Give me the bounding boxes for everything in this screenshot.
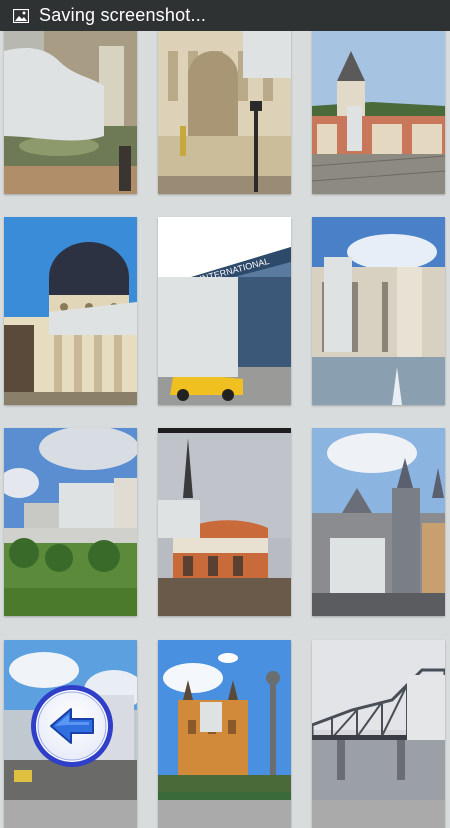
tile-baroque-church[interactable] — [312, 428, 445, 616]
image-icon — [13, 8, 29, 23]
tile-ornate-palace[interactable] — [158, 6, 291, 194]
tile-hotel-yellow-taxi[interactable]: PETROL INTERNATIONAL — [158, 217, 291, 405]
tile-clock-tower-square[interactable] — [312, 6, 445, 194]
back-arrow-icon — [31, 685, 113, 767]
tile-palace-fountain[interactable] — [312, 217, 445, 405]
tile-park-cityscape[interactable] — [4, 428, 137, 616]
tile-fountain-building[interactable] — [4, 6, 137, 194]
back-button[interactable] — [29, 683, 115, 769]
status-text: Saving screenshot... — [39, 5, 207, 25]
status-bar: Saving screenshot... — [0, 0, 450, 31]
puzzle-gallery: PETROL INTERNATIONAL — [0, 0, 450, 828]
tile-domed-athenaeum[interactable] — [4, 217, 137, 405]
tile-cathedral-modern[interactable] — [158, 428, 291, 616]
